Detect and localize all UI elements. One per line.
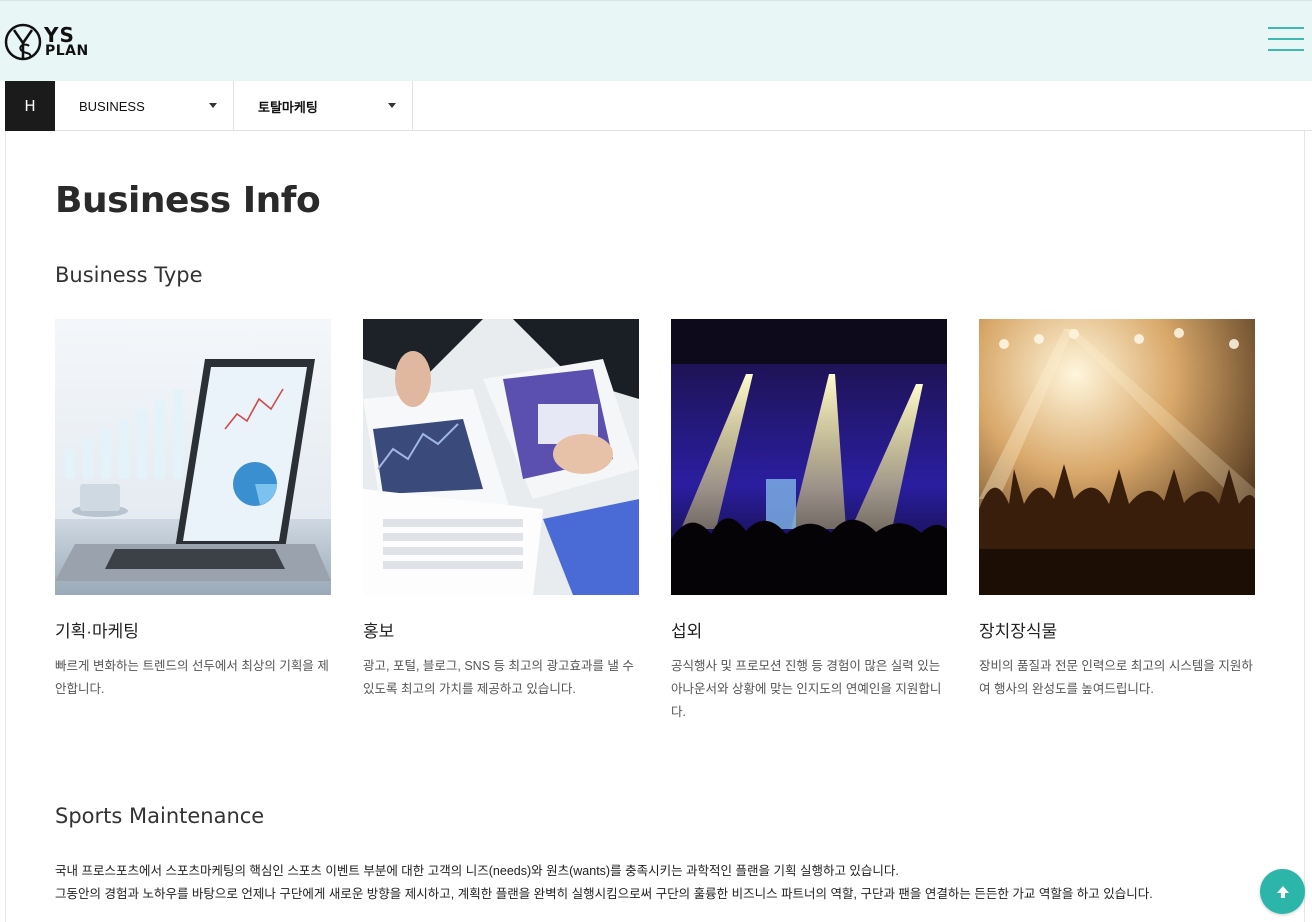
site-header: YS PLAN [0,0,1312,81]
sub-navigation: H BUSINESS 토탈마케팅 [5,81,1312,131]
logo-emblem-icon [4,23,42,61]
category-dropdown-label: BUSINESS [79,98,145,114]
caret-down-icon [209,103,217,108]
site-logo[interactable]: YS PLAN [4,21,94,63]
concert-stage-image [671,319,947,595]
scroll-to-top-button[interactable] [1260,869,1305,914]
card-title: 섭외 [671,622,703,641]
caret-down-icon [388,103,396,108]
card-title: 홍보 [363,622,395,641]
maintenance-paragraph: 그동안의 경험과 노하우를 바탕으로 언제나 구단에게 새로운 방향을 제시하고… [55,887,1153,901]
logo-text-plan: PLAN [45,43,89,59]
section-title-sports-maintenance: Sports Maintenance [55,804,265,828]
business-card-casting: 섭외 공식행사 및 프로모션 진행 등 경험이 많은 실력 있는 아나운서와 상… [671,319,947,724]
hamburger-line [1268,38,1304,40]
concert-crowd-image [979,319,1255,595]
card-title: 기획·마케팅 [55,622,139,641]
subcategory-dropdown[interactable]: 토탈마케팅 [234,81,413,131]
business-card-promotion: 홍보 광고, 포털, 블로그, SNS 등 최고의 광고효과를 낼 수 있도록 … [363,319,639,701]
subcategory-dropdown-label: 토탈마케팅 [258,99,318,115]
laptop-chart-image [55,319,331,595]
hamburger-icon[interactable] [1268,25,1304,53]
section-title-business-type: Business Type [55,263,203,287]
card-description: 빠르게 변화하는 트렌드의 선두에서 최상의 기획을 제안합니다. [55,659,329,696]
maintenance-paragraph: 국내 프로스포츠에서 스포츠마케팅의 핵심인 스포츠 이벤트 부분에 대한 고객… [55,864,899,878]
card-description: 광고, 포털, 블로그, SNS 등 최고의 광고효과를 낼 수 있도록 최고의… [363,659,634,696]
sports-maintenance-text: 국내 프로스포츠에서 스포츠마케팅의 핵심인 스포츠 이벤트 부분에 대한 고객… [55,860,1153,906]
hamburger-line [1268,49,1304,51]
business-card-equipment: 장치장식물 장비의 품질과 전문 인력으로 최고의 시스템을 지원하여 행사의 … [979,319,1255,701]
card-description: 장비의 품질과 전문 인력으로 최고의 시스템을 지원하여 행사의 완성도를 높… [979,659,1253,696]
home-button[interactable]: H [5,81,55,131]
business-card-planning: 기획·마케팅 빠르게 변화하는 트렌드의 선두에서 최상의 기획을 제안합니다. [55,319,331,701]
category-dropdown[interactable]: BUSINESS [55,81,234,131]
card-description: 공식행사 및 프로모션 진행 등 경험이 많은 실력 있는 아나운서와 상황에 … [671,659,942,719]
hamburger-line [1268,27,1304,29]
page-title: Business Info [55,180,321,221]
documents-desk-image [363,319,639,595]
card-title: 장치장식물 [979,622,1058,641]
arrow-up-icon [1276,885,1289,898]
